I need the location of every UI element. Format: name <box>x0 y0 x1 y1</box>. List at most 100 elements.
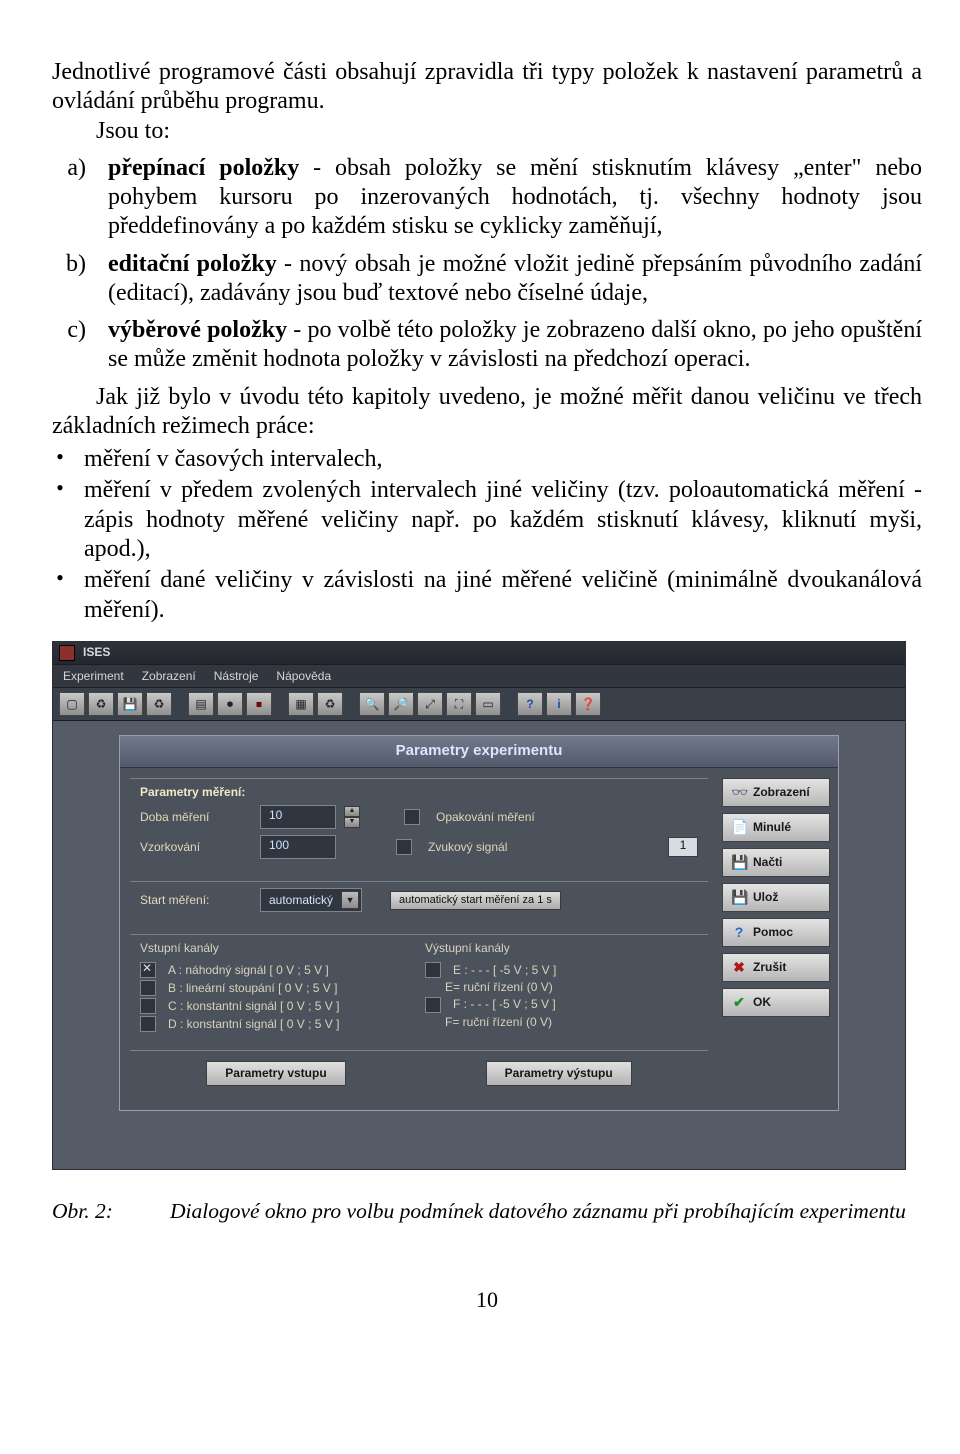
start-select-value: automatický <box>269 893 333 908</box>
bullet-2: měření v předem zvolených intervalech ji… <box>84 476 922 564</box>
figure-label: Obr. 2: <box>52 1198 144 1224</box>
item-a-term: přepínací položky <box>108 155 299 181</box>
menu-nastroje[interactable]: Nástroje <box>214 669 259 684</box>
item-c-term: výběrové položky <box>108 317 287 343</box>
tb-save-icon[interactable]: 💾 <box>117 692 143 716</box>
dialog-title: Parametry experimentu <box>120 736 838 767</box>
tb-stop-icon[interactable]: ⏹ <box>246 692 272 716</box>
minule-button[interactable]: 📄Minulé <box>722 813 830 842</box>
item-a: a) přepínací položky - obsah položky se … <box>52 154 922 242</box>
start-mereni-select[interactable]: automatický ▼ <box>260 888 362 912</box>
bullet-3: měření dané veličiny v závislosti na jin… <box>84 566 922 625</box>
chan-b-checkbox[interactable] <box>140 980 156 996</box>
titlebar: ISES <box>53 642 905 665</box>
after-list-paragraph: Jak již bylo v úvodu této kapitoly uvede… <box>52 383 922 442</box>
help-icon: ? <box>731 924 747 941</box>
doc-icon: 📄 <box>731 819 747 836</box>
count-field[interactable]: 1 <box>668 837 698 857</box>
chan-c-label: C : konstantní signál [ 0 V ; 5 V ] <box>168 999 339 1014</box>
chan-e-checkbox[interactable] <box>425 962 441 978</box>
jsou-to: Jsou to: <box>52 117 922 146</box>
pomoc-button[interactable]: ?Pomoc <box>722 918 830 947</box>
opakovani-label: Opakování měření <box>436 810 535 825</box>
tb-box-icon[interactable]: ▭ <box>475 692 501 716</box>
floppy-save-icon: 💾 <box>731 889 747 906</box>
vystupni-kanaly-title: Výstupní kanály <box>425 941 698 956</box>
bullet-icon: • <box>52 566 68 625</box>
bullet-list: • měření v časových intervalech, • měření … <box>52 445 922 625</box>
item-b-term: editační položky <box>108 251 277 277</box>
vzorkovani-label: Vzorkování <box>140 840 250 855</box>
group-title: Parametry měření: <box>140 785 698 800</box>
figure-caption-text: Dialogové okno pro volbu podmínek datové… <box>170 1198 922 1224</box>
chan-f-mode: F= ruční řízení (0 V) <box>445 1015 552 1030</box>
floppy-open-icon: 💾 <box>731 854 747 871</box>
figure-caption: Obr. 2: Dialogové okno pro volbu podmíne… <box>52 1198 922 1224</box>
tb-recycle2-icon[interactable]: ♻ <box>146 692 172 716</box>
chevron-down-icon: ▼ <box>341 891 359 909</box>
cancel-icon: ✖ <box>731 959 747 976</box>
item-c: c) výběrové položky - po volbě této polo… <box>52 316 922 375</box>
tb-doc-icon[interactable]: ▤ <box>188 692 214 716</box>
check-icon: ✔ <box>731 994 747 1011</box>
typed-list: a) přepínací položky - obsah položky se … <box>52 154 922 375</box>
group-kanaly: Vstupní kanály A : náhodný signál [ 0 V … <box>130 934 708 1044</box>
menu-zobrazeni[interactable]: Zobrazení <box>142 669 196 684</box>
tb-grid-icon[interactable]: ▦ <box>288 692 314 716</box>
menu-napoveda[interactable]: Nápověda <box>276 669 331 684</box>
binoculars-icon: 👓 <box>731 784 747 801</box>
chan-e-mode: E= ruční řízení (0 V) <box>445 980 553 995</box>
tb-rec-icon[interactable]: ⏺ <box>217 692 243 716</box>
item-label: b) <box>52 250 86 309</box>
opakovani-checkbox[interactable] <box>404 809 420 825</box>
chan-c-checkbox[interactable] <box>140 998 156 1014</box>
tb-expand-icon[interactable]: ⤢ <box>417 692 443 716</box>
tb-help-icon[interactable]: ? <box>517 692 543 716</box>
chan-f-label: F : - - - [ -5 V ; 5 V ] <box>453 997 556 1012</box>
item-label: a) <box>52 154 86 242</box>
nacti-button[interactable]: 💾Načti <box>722 848 830 877</box>
toolbar: ▢ ♻ 💾 ♻ ▤ ⏺ ⏹ ▦ ♻ 🔍 🔎 ⤢ ⛶ ▭ ? i ❓ <box>53 688 905 721</box>
bullet-1: měření v časových intervalech, <box>84 445 922 474</box>
tb-zoomin-icon[interactable]: 🔍 <box>359 692 385 716</box>
doba-mereni-input[interactable]: 10 <box>260 805 336 829</box>
parametry-vstupu-button[interactable]: Parametry vstupu <box>206 1061 345 1086</box>
workspace: Parametry experimentu Parametry měření: … <box>53 721 905 1169</box>
chan-a-label: A : náhodný signál [ 0 V ; 5 V ] <box>168 963 329 978</box>
group-parametry-mereni: Parametry měření: Doba měření 10 ▲▼ Opak… <box>130 778 708 876</box>
chan-a-checkbox[interactable] <box>140 962 156 978</box>
start-info-readout: automatický start měření za 1 s <box>390 891 561 910</box>
tb-info-icon[interactable]: i <box>546 692 572 716</box>
chan-d-checkbox[interactable] <box>140 1016 156 1032</box>
doba-mereni-label: Doba měření <box>140 810 250 825</box>
zrusit-button[interactable]: ✖Zrušit <box>722 953 830 982</box>
ok-button[interactable]: ✔OK <box>722 988 830 1017</box>
tb-recycle3-icon[interactable]: ♻ <box>317 692 343 716</box>
zvuk-checkbox[interactable] <box>396 839 412 855</box>
page-number: 10 <box>52 1287 922 1314</box>
menu-experiment[interactable]: Experiment <box>63 669 124 684</box>
zobrazeni-button[interactable]: 👓Zobrazení <box>722 778 830 807</box>
tb-fit-icon[interactable]: ⛶ <box>446 692 472 716</box>
tb-zoomout-icon[interactable]: 🔎 <box>388 692 414 716</box>
app-title: ISES <box>83 645 110 660</box>
chan-e-label: E : - - - [ -5 V ; 5 V ] <box>453 963 556 978</box>
parametry-vystupu-button[interactable]: Parametry výstupu <box>486 1061 632 1086</box>
group-start-mereni: Start měření: automatický ▼ automatický … <box>130 881 708 928</box>
start-mereni-label: Start měření: <box>140 893 250 908</box>
uloz-button[interactable]: 💾Ulož <box>722 883 830 912</box>
bullet-icon: • <box>52 445 68 474</box>
dialog-bottom-buttons: Parametry vstupu Parametry výstupu <box>130 1050 708 1098</box>
menubar: Experiment Zobrazení Nástroje Nápověda <box>53 665 905 689</box>
intro-paragraph: Jednotlivé programové části obsahují zpr… <box>52 58 922 117</box>
item-b: b) editační položky - nový obsah je možn… <box>52 250 922 309</box>
app-icon <box>59 645 75 661</box>
tb-new-icon[interactable]: ▢ <box>59 692 85 716</box>
dialog-right-buttons: 👓Zobrazení 📄Minulé 💾Načti 💾Ulož ?Pomoc ✖… <box>718 768 838 1110</box>
tb-recycle-icon[interactable]: ♻ <box>88 692 114 716</box>
tb-context-help-icon[interactable]: ❓ <box>575 692 601 716</box>
chan-f-checkbox[interactable] <box>425 997 441 1013</box>
vzorkovani-input[interactable]: 100 <box>260 835 336 859</box>
chan-d-label: D : konstantní signál [ 0 V ; 5 V ] <box>168 1017 339 1032</box>
doba-spinner[interactable]: ▲▼ <box>344 806 360 828</box>
